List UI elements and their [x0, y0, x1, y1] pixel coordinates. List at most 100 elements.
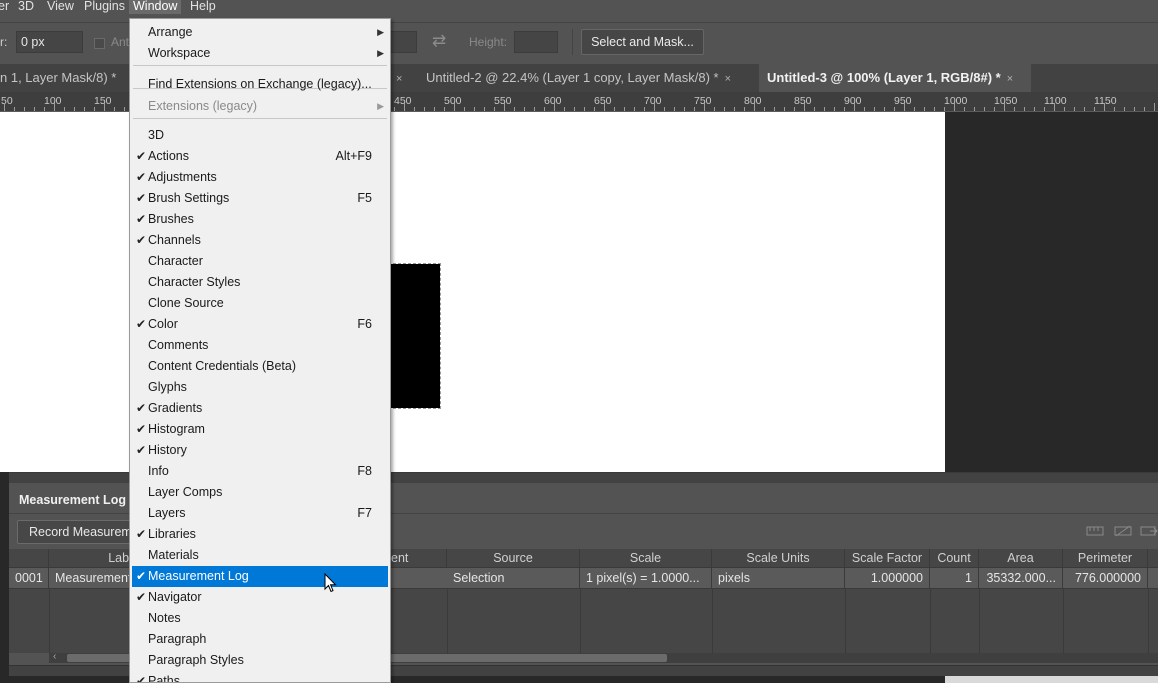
menu-item-glyphs[interactable]: Glyphs: [132, 377, 388, 398]
menu-item-navigator[interactable]: ✔ Navigator: [132, 587, 388, 608]
menu-item-histogram[interactable]: ✔ Histogram: [132, 419, 388, 440]
column-header-area[interactable]: Area: [979, 549, 1063, 567]
menu-item-actions[interactable]: ✔ Actions Alt+F9: [132, 146, 388, 167]
menu-item-label: Brushes: [148, 212, 194, 226]
feather-input[interactable]: 0 px: [16, 31, 83, 53]
ruler-tick: [404, 103, 405, 111]
column-header-scale-units[interactable]: Scale Units: [712, 549, 845, 567]
ruler-tick: [614, 107, 615, 111]
column-header-label[interactable]: Labe: [49, 549, 139, 567]
menu-item-brushes[interactable]: ✔ Brushes: [132, 209, 388, 230]
ruler-tick: [1074, 107, 1075, 111]
menu-item-label: Histogram: [148, 422, 205, 436]
column-header[interactable]: [9, 549, 49, 567]
menu-help[interactable]: Help: [186, 0, 220, 14]
menu-item-clone-source[interactable]: Clone Source: [132, 293, 388, 314]
column-header-scale[interactable]: Scale: [580, 549, 712, 567]
menu-item-paragraph[interactable]: Paragraph: [132, 629, 388, 650]
menu-item-measurement-log[interactable]: ✔ Measurement Log: [132, 566, 388, 587]
menu-separator: [133, 65, 387, 66]
height-input[interactable]: [514, 31, 558, 53]
menu-item-shortcut: F6: [357, 317, 372, 331]
menu-item-paragraph-styles[interactable]: Paragraph Styles: [132, 650, 388, 671]
menu-item-find-extensions-on-exchange-legacy[interactable]: Find Extensions on Exchange (legacy)...: [132, 74, 388, 95]
menu-3d[interactable]: 3D: [14, 0, 38, 14]
ruler-tick: [1094, 107, 1095, 111]
menu-item-materials[interactable]: Materials: [132, 545, 388, 566]
ruler-tick: [1014, 107, 1015, 111]
cell-source: Selection: [447, 568, 580, 589]
menu-item-label: Materials: [148, 548, 199, 562]
ruler-label: 1000: [944, 95, 968, 107]
ruler-tick: [754, 103, 755, 111]
antialias-checkbox[interactable]: [94, 38, 105, 49]
record-measurements-button[interactable]: Record Measurements: [17, 520, 147, 544]
menu-item-label: Gradients: [148, 401, 203, 415]
menu-item-label: Actions: [148, 149, 189, 163]
menu-plugins[interactable]: Plugins: [80, 0, 129, 14]
ruler-tick: [994, 107, 995, 111]
panel-tab-measurement-log[interactable]: Measurement Log: [19, 493, 126, 507]
column-header-document[interactable]: ent: [391, 549, 447, 567]
column-header-perimeter[interactable]: Perimeter: [1063, 549, 1148, 567]
menu-item-notes[interactable]: Notes: [132, 608, 388, 629]
close-icon[interactable]: ×: [396, 73, 402, 85]
tab-untitled-2[interactable]: Untitled-2 @ 22.4% (Layer 1 copy, Layer …: [418, 64, 756, 92]
menu-edit-partial[interactable]: er: [0, 0, 13, 14]
menu-item-brush-settings[interactable]: ✔ Brush Settings F5: [132, 188, 388, 209]
close-icon[interactable]: ×: [1007, 73, 1013, 85]
ruler-tick: [1154, 103, 1155, 111]
ruler-tick: [984, 107, 985, 111]
menu-item-channels[interactable]: ✔ Channels: [132, 230, 388, 251]
ruler-tick: [904, 103, 905, 111]
column-header-scale-factor[interactable]: Scale Factor: [845, 549, 930, 567]
ruler-tick: [1144, 107, 1145, 111]
select-all-measurements-icon[interactable]: [1086, 525, 1104, 537]
ruler-tick: [504, 103, 505, 111]
tab-untitled-3[interactable]: Untitled-3 @ 100% (Layer 1, RGB/8#) * ×: [759, 64, 1031, 92]
menu-item-color[interactable]: ✔ Color F6: [132, 314, 388, 335]
menu-item-workspace[interactable]: Workspace ▶: [132, 43, 388, 64]
deselect-measurements-icon[interactable]: [1114, 525, 1132, 537]
width-input[interactable]: [390, 31, 417, 53]
menu-view[interactable]: View: [43, 0, 78, 14]
select-and-mask-button[interactable]: Select and Mask...: [581, 29, 704, 55]
ruler-tick: [884, 107, 885, 111]
ruler-tick: [684, 107, 685, 111]
selected-black-rectangle[interactable]: [388, 263, 441, 409]
menu-item-shortcut: F5: [357, 191, 372, 205]
scroll-left-icon[interactable]: ‹: [53, 651, 56, 662]
checkmark-icon: ✔: [136, 317, 147, 331]
menu-item-gradients[interactable]: ✔ Gradients: [132, 398, 388, 419]
menu-item-paths[interactable]: ✔ Paths: [132, 671, 388, 682]
export-measurements-icon[interactable]: [1140, 525, 1158, 537]
tab-document-1-close[interactable]: ×: [390, 64, 412, 92]
menu-item-3d[interactable]: 3D: [132, 125, 388, 146]
ruler-label: 700: [644, 95, 662, 107]
divider: [572, 29, 573, 55]
menu-item-arrange[interactable]: Arrange ▶: [132, 22, 388, 43]
menu-item-character-styles[interactable]: Character Styles: [132, 272, 388, 293]
swap-dimensions-icon[interactable]: ⇄: [432, 31, 446, 51]
cell-area: 35332.000...: [979, 568, 1063, 589]
menu-item-layer-comps[interactable]: Layer Comps: [132, 482, 388, 503]
column-header-count[interactable]: Count: [930, 549, 979, 567]
menu-item-layers[interactable]: Layers F7: [132, 503, 388, 524]
close-icon[interactable]: ×: [725, 73, 731, 85]
tab-document-1[interactable]: n 1, Layer Mask/8) *: [0, 64, 130, 92]
menu-item-label: Layer Comps: [148, 485, 223, 499]
column-header-source[interactable]: Source: [447, 549, 580, 567]
menu-window[interactable]: Window: [129, 0, 182, 14]
menu-item-character[interactable]: Character: [132, 251, 388, 272]
menu-item-info[interactable]: Info F8: [132, 461, 388, 482]
menu-item-libraries[interactable]: ✔ Libraries: [132, 524, 388, 545]
ruler-tick: [594, 107, 595, 111]
menu-item-content-credentials-beta[interactable]: Content Credentials (Beta): [132, 356, 388, 377]
menu-item-extensions-legacy: Extensions (legacy) ▶: [132, 96, 388, 117]
menu-item-comments[interactable]: Comments: [132, 335, 388, 356]
menu-item-history[interactable]: ✔ History: [132, 440, 388, 461]
ruler-tick: [494, 107, 495, 111]
menu-item-adjustments[interactable]: ✔ Adjustments: [132, 167, 388, 188]
menu-item-label: Character Styles: [148, 275, 241, 289]
ruler-tick: [714, 107, 715, 111]
